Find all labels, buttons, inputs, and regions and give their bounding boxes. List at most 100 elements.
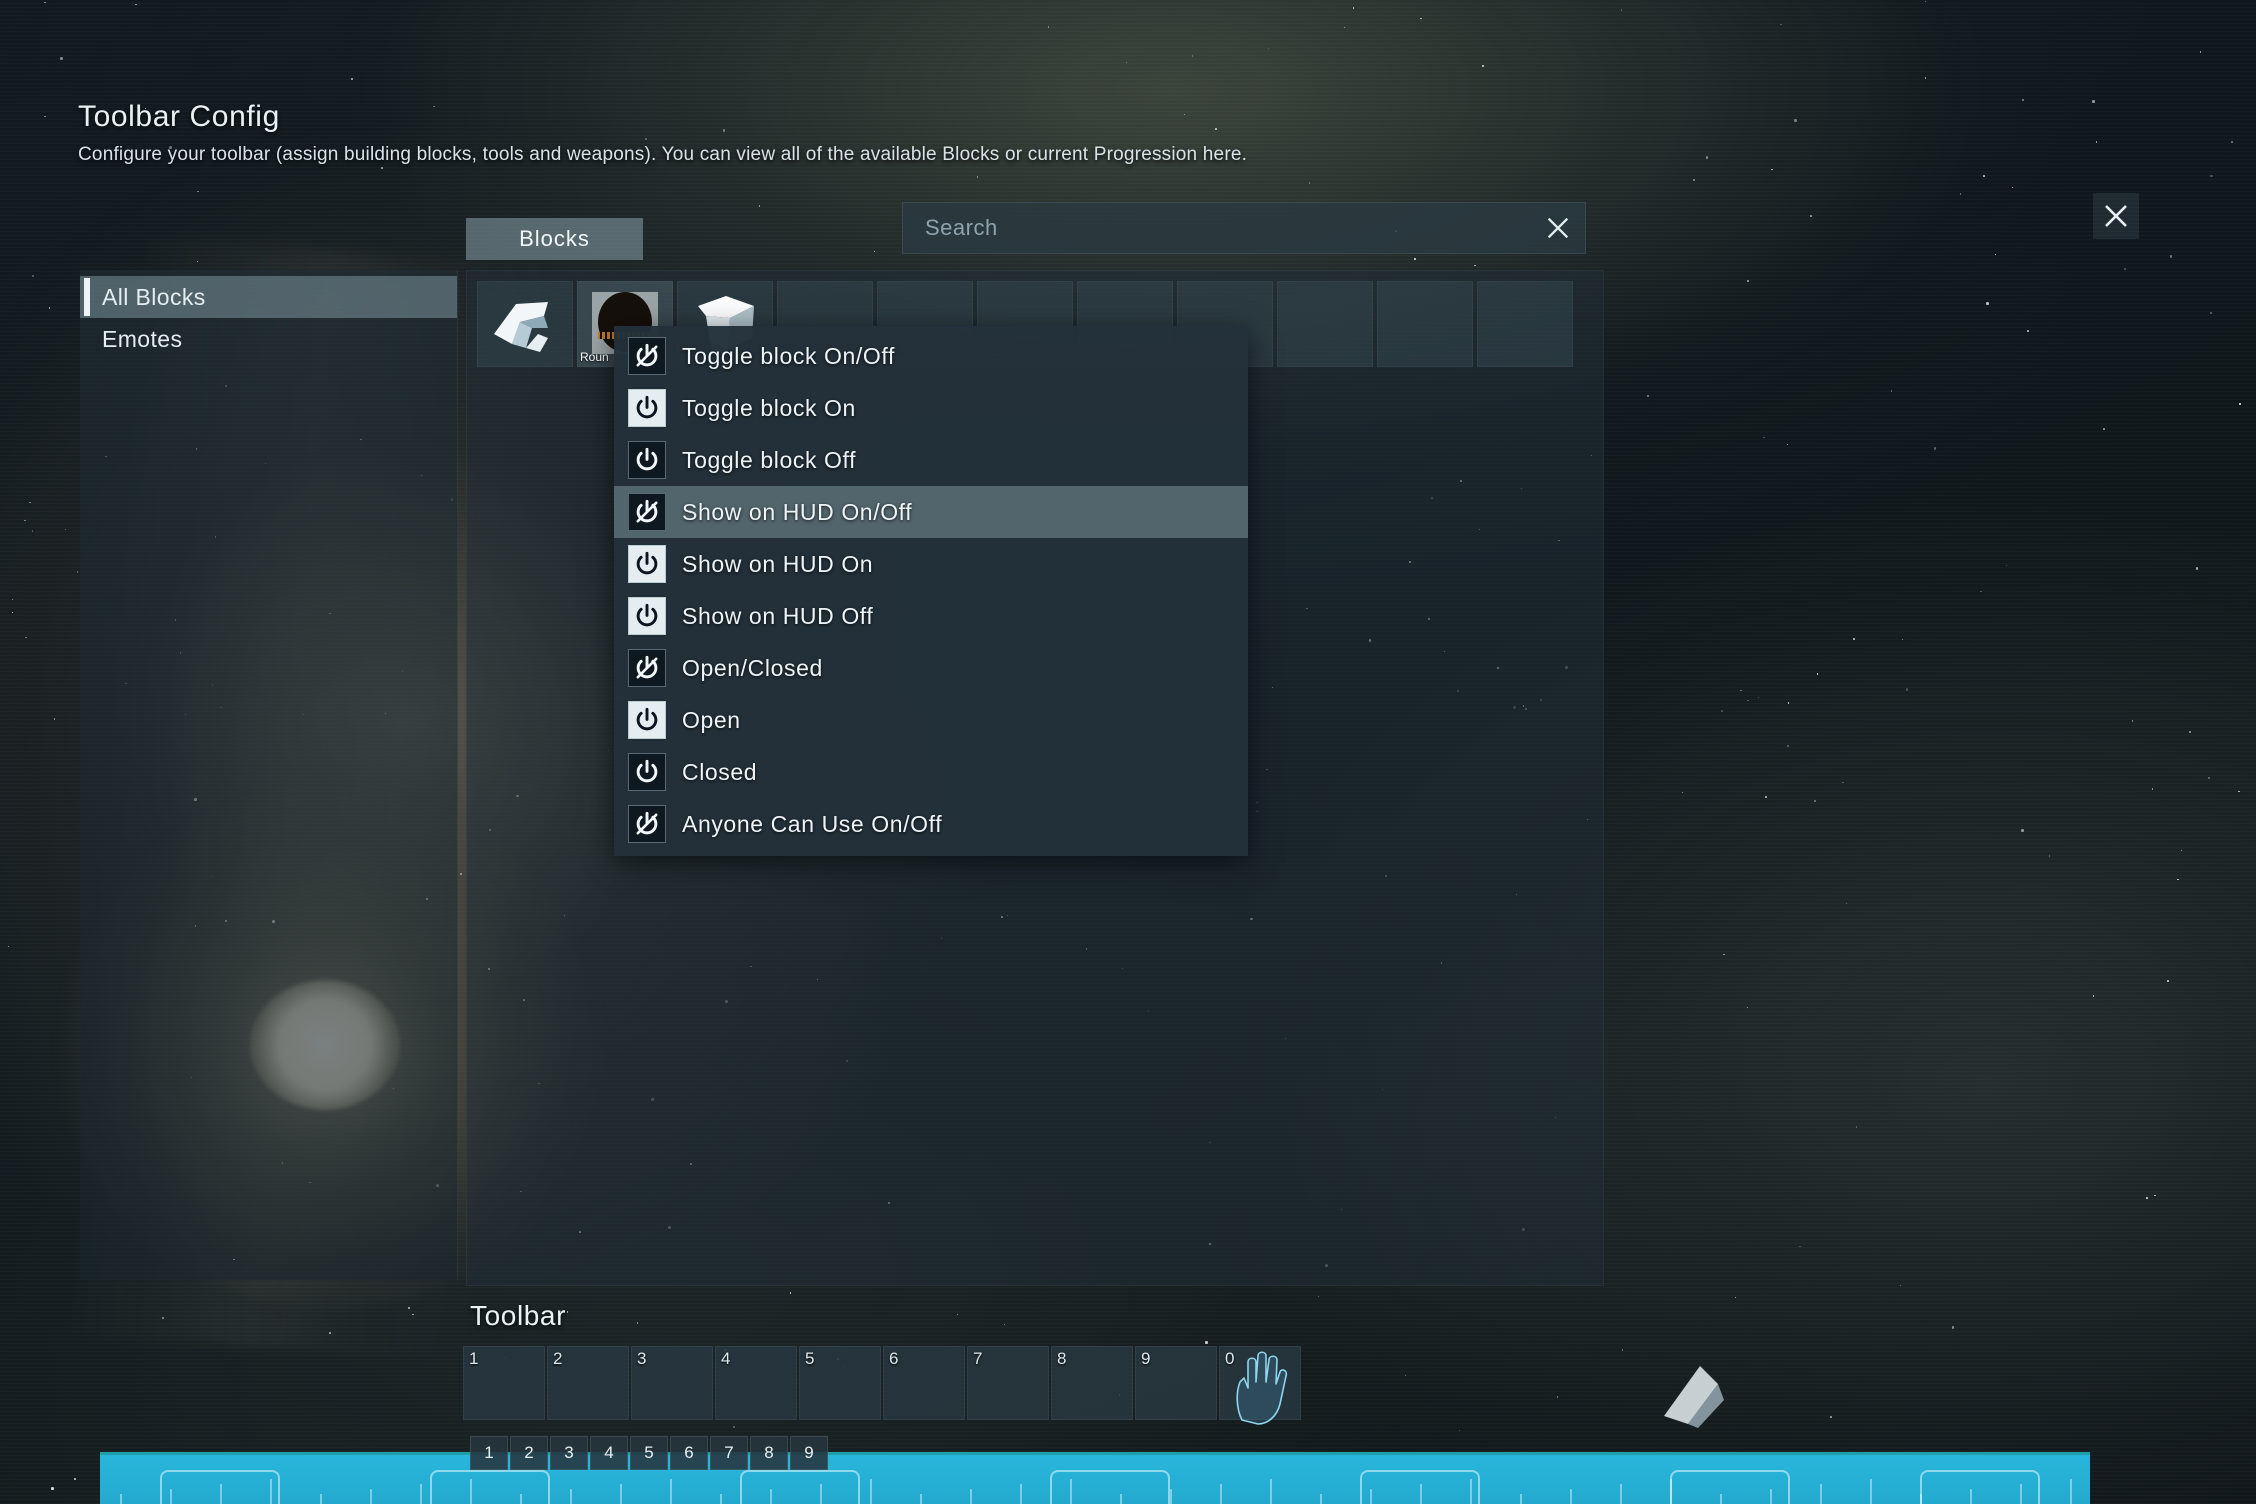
context-menu-item[interactable]: Open [614, 694, 1248, 746]
hud-tick [920, 1494, 922, 1504]
close-icon [1547, 217, 1569, 239]
hud-tick [1820, 1484, 1822, 1504]
hud-tick [1520, 1494, 1522, 1504]
hud-shape [1050, 1470, 1170, 1504]
hud-tick [1670, 1479, 1672, 1504]
context-menu-item[interactable]: Open/Closed [614, 642, 1248, 694]
sidebar-item-emotes[interactable]: Emotes [80, 318, 457, 360]
hud-tick [1620, 1484, 1622, 1504]
context-menu-item[interactable]: Closed [614, 746, 1248, 798]
toolbar-slot[interactable]: 8 [1051, 1346, 1133, 1420]
hud-tick [820, 1484, 822, 1504]
star [1810, 215, 1812, 217]
star [1980, 590, 1982, 593]
hud-key[interactable]: 9 [790, 1436, 828, 1470]
star [1621, 1349, 1624, 1351]
hud-tick [520, 1494, 522, 1504]
hud-tick [1020, 1484, 1022, 1504]
toolbar-slot[interactable]: 6 [883, 1346, 965, 1420]
toolbar-slot-number: 5 [805, 1349, 815, 1368]
search-input[interactable] [903, 203, 1531, 253]
context-menu-item-label: Closed [682, 758, 758, 785]
hud-key[interactable]: 7 [710, 1436, 748, 1470]
star [1205, 1341, 1208, 1344]
hud-key[interactable]: 8 [750, 1436, 788, 1470]
power-off-icon [628, 753, 666, 791]
toolbar-slot-number: 6 [889, 1349, 899, 1368]
star [2167, 980, 2169, 982]
glove-cursor-icon[interactable] [1228, 1348, 1292, 1428]
star [1765, 796, 1767, 798]
context-menu-item[interactable]: Anyone Can Use On/Off [614, 798, 1248, 850]
hud-key[interactable]: 3 [550, 1436, 588, 1470]
toolbar-slot[interactable]: 2 [547, 1346, 629, 1420]
hud-key[interactable]: 2 [510, 1436, 548, 1470]
star [51, 1487, 54, 1491]
hud-tick [1570, 1489, 1572, 1504]
hud-tick [120, 1494, 122, 1504]
toolbar-section-title: Toolbar [470, 1300, 567, 1331]
star [1787, 745, 1789, 747]
search-clear-button[interactable] [1531, 203, 1585, 253]
toolbar-slot[interactable]: 7 [967, 1346, 1049, 1420]
context-menu-item[interactable]: Show on HUD On [614, 538, 1248, 590]
power-off-icon [636, 447, 658, 471]
hud-tick [220, 1484, 222, 1504]
star [1830, 1416, 1832, 1418]
context-menu-item[interactable]: Toggle block Off [614, 434, 1248, 486]
star [1853, 638, 1855, 640]
star [2131, 720, 2134, 722]
tab-blocks[interactable]: Blocks [466, 218, 643, 260]
hud-tick [1920, 1494, 1922, 1504]
star [1647, 395, 1649, 397]
hud-key[interactable]: 6 [670, 1436, 708, 1470]
star [2238, 790, 2240, 793]
toolbar-slot[interactable]: 4 [715, 1346, 797, 1420]
power-on-icon [628, 545, 666, 583]
context-menu-item[interactable]: Show on HUD Off [614, 590, 1248, 642]
star [24, 519, 26, 522]
star [1787, 702, 1790, 704]
context-menu-item[interactable]: Show on HUD On/Off [614, 486, 1248, 538]
star [2199, 51, 2202, 53]
star [1763, 436, 1765, 439]
hud-key[interactable]: 5 [630, 1436, 668, 1470]
toolbar-slot[interactable]: 3 [631, 1346, 713, 1420]
star [1482, 65, 1484, 67]
block-cell-empty[interactable] [1477, 281, 1573, 367]
page-subtitle: Configure your toolbar (assign building … [78, 144, 1248, 165]
block-cell-ramp[interactable] [477, 281, 573, 367]
toolbar-slot[interactable]: 9 [1135, 1346, 1217, 1420]
close-button[interactable] [2093, 193, 2139, 239]
sidebar-item-all-blocks[interactable]: All Blocks [80, 276, 457, 318]
hud-key[interactable]: 1 [470, 1436, 508, 1470]
block-context-menu: Toggle block On/Off Toggle block On Toggle… [614, 326, 1248, 856]
toolbar-slot-number: 4 [721, 1349, 731, 1368]
hud-shape [430, 1470, 550, 1504]
hud-tick [970, 1489, 972, 1504]
ramp-block-icon [494, 302, 548, 352]
star [1986, 302, 1989, 305]
hud-key[interactable]: 4 [590, 1436, 628, 1470]
star [1693, 179, 1695, 181]
context-menu-item-label: Toggle block On/Off [682, 342, 895, 369]
star [2169, 254, 2173, 258]
context-menu-item[interactable]: Toggle block On [614, 382, 1248, 434]
star [60, 57, 63, 60]
block-cell-empty[interactable] [1277, 281, 1373, 367]
sidebar-item-label: All Blocks [102, 283, 206, 310]
hud-tick [1720, 1494, 1722, 1504]
toolbar-slot[interactable]: 1 [463, 1346, 545, 1420]
toolbar-slot[interactable]: 5 [799, 1346, 881, 1420]
star [1890, 390, 1893, 392]
context-menu-item[interactable]: Toggle block On/Off [614, 330, 1248, 382]
block-cell-empty[interactable] [1377, 281, 1473, 367]
context-menu-item-label: Toggle block Off [682, 446, 857, 473]
star [2021, 829, 2024, 832]
hud-tick [1470, 1479, 1472, 1504]
star [2027, 330, 2029, 332]
toolbar-slot-row: 1234567890 [463, 1346, 1301, 1420]
ship-nose [1664, 1366, 1724, 1428]
power-toggle-icon [628, 337, 666, 375]
star [1951, 1325, 1955, 1329]
